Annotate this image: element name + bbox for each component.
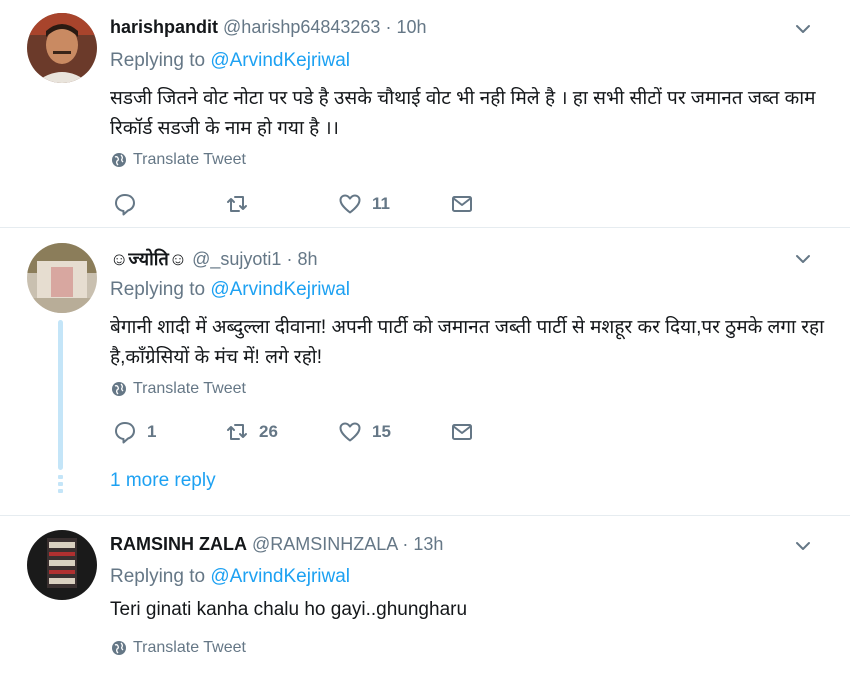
reply-icon — [115, 194, 135, 216]
translate-label: Translate Tweet — [133, 380, 246, 397]
like-count: 11 — [372, 194, 390, 213]
tweet-header: RAMSINH ZALA @RAMSINHZALA · 13h — [110, 534, 443, 555]
avatar[interactable] — [27, 530, 97, 600]
translate-label: Translate Tweet — [133, 639, 246, 656]
like-button[interactable]: 15 — [338, 420, 391, 444]
user-handle[interactable]: @harishp64843263 — [223, 17, 380, 37]
separator-dot: · — [286, 249, 293, 269]
avatar[interactable] — [27, 243, 97, 313]
replying-to: Replying to @ArvindKejriwal — [110, 279, 350, 301]
replying-to: Replying to @ArvindKejriwal — [110, 50, 350, 72]
reply-button[interactable]: 1 — [113, 420, 156, 444]
replying-prefix: Replying to — [110, 279, 206, 300]
globe-icon — [112, 153, 126, 167]
avatar-photo-icon — [27, 13, 97, 83]
chevron-down-icon[interactable] — [792, 248, 814, 270]
direct-message-button[interactable] — [450, 192, 474, 216]
translate-tweet[interactable]: Translate Tweet — [111, 151, 246, 169]
user-handle[interactable]: @_sujyoti1 — [192, 249, 281, 269]
mention-link[interactable]: @ArvindKejriwal — [210, 279, 350, 300]
envelope-icon — [452, 424, 472, 440]
chevron-down-icon[interactable] — [792, 535, 814, 557]
globe-icon — [112, 641, 126, 655]
tweet-2[interactable]: ☺ज्योति☺ @_sujyoti1 · 8h Replying to @Ar… — [0, 228, 850, 514]
replying-prefix: Replying to — [110, 50, 206, 71]
tweet-text: सडजी जितने वोट नोटा पर पडे है उसके चौथाई… — [110, 88, 816, 139]
globe-icon — [112, 382, 126, 396]
mention-link[interactable]: @ArvindKejriwal — [210, 566, 350, 587]
heart-icon — [339, 422, 361, 442]
translate-label: Translate Tweet — [133, 151, 246, 168]
thread-line — [58, 320, 63, 470]
retweet-icon — [227, 196, 247, 212]
tweet-3[interactable]: RAMSINH ZALA @RAMSINHZALA · 13h Replying… — [0, 516, 850, 675]
tweet-actions: 11 — [113, 192, 513, 218]
like-count: 15 — [372, 422, 391, 441]
tweet-header: harishpandit @harishp64843263 · 10h — [110, 17, 427, 38]
retweet-count: 26 — [259, 422, 278, 441]
retweet-button[interactable]: 26 — [225, 420, 278, 444]
mention-link[interactable]: @ArvindKejriwal — [210, 50, 350, 71]
reply-button[interactable] — [113, 192, 147, 216]
tweet-actions: 1 26 15 — [113, 420, 513, 446]
timestamp[interactable]: 8h — [297, 249, 317, 269]
chevron-down-icon[interactable] — [792, 18, 814, 40]
avatar-photo-icon — [27, 243, 97, 313]
reply-count: 1 — [147, 422, 157, 441]
thread-dots — [58, 475, 63, 496]
display-name[interactable]: ☺ज्योति☺ — [110, 249, 187, 269]
timestamp[interactable]: 13h — [413, 534, 443, 554]
translate-tweet[interactable]: Translate Tweet — [111, 639, 246, 657]
direct-message-button[interactable] — [450, 420, 474, 444]
retweet-button[interactable] — [225, 192, 259, 216]
user-handle[interactable]: @RAMSINHZALA — [252, 534, 397, 554]
display-name[interactable]: RAMSINH ZALA — [110, 534, 247, 554]
display-name[interactable]: harishpandit — [110, 17, 218, 37]
separator-dot: · — [385, 17, 392, 37]
tweet-text: Teri ginati kanha chalu ho gayi..ghungha… — [110, 599, 468, 620]
replying-prefix: Replying to — [110, 566, 206, 587]
envelope-icon — [452, 196, 472, 212]
more-replies-link[interactable]: 1 more reply — [110, 470, 216, 492]
avatar-photo-icon — [27, 530, 97, 600]
retweet-icon — [227, 424, 247, 440]
timestamp[interactable]: 10h — [396, 17, 426, 37]
avatar[interactable] — [27, 13, 97, 83]
separator-dot: · — [402, 534, 409, 554]
translate-tweet[interactable]: Translate Tweet — [111, 380, 246, 398]
tweet-1[interactable]: harishpandit @harishp64843263 · 10h Repl… — [0, 0, 850, 226]
reply-icon — [115, 422, 135, 444]
tweet-header: ☺ज्योति☺ @_sujyoti1 · 8h — [110, 247, 317, 271]
tweet-text: बेगानी शादी में अब्दुल्ला दीवाना! अपनी प… — [110, 317, 825, 368]
like-button[interactable]: 11 — [338, 192, 390, 216]
replying-to: Replying to @ArvindKejriwal — [110, 566, 350, 588]
heart-icon — [339, 194, 361, 214]
